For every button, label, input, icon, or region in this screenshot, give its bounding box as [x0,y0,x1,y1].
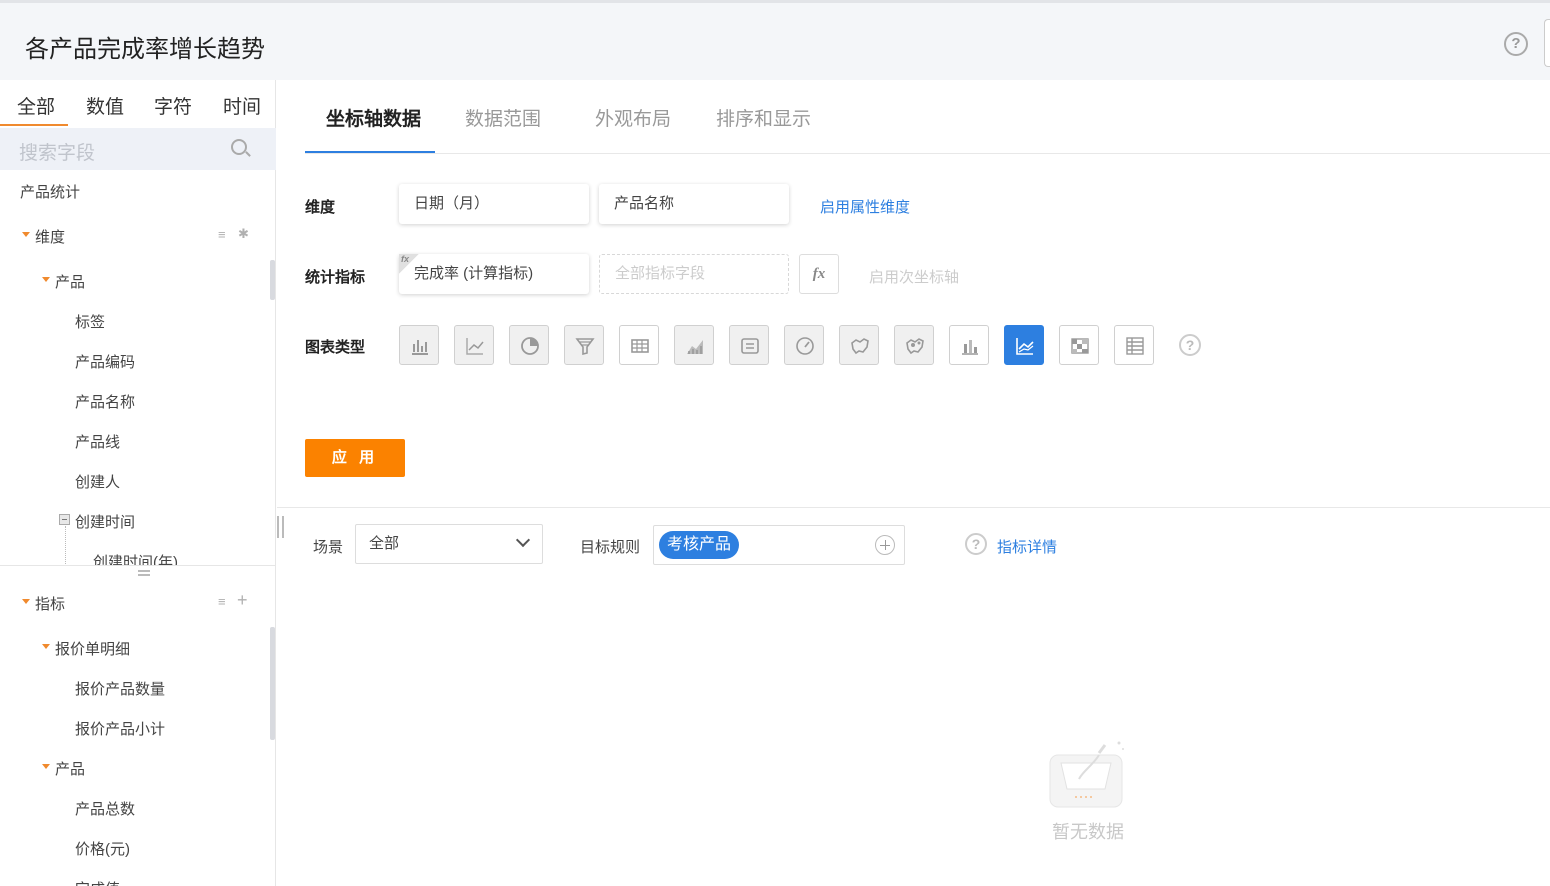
bar-chart-icon[interactable] [399,325,439,365]
chevron-down-icon [515,532,531,548]
dataset-name: 产品统计 [20,184,81,201]
filter-bar: 场景 全部 目标规则 考核产品 ? 指标详情 [277,509,1550,589]
field-item[interactable]: 创建人 [75,471,120,492]
text-card-icon[interactable] [729,325,769,365]
empty-box-icon [1049,741,1124,808]
map-bubble-icon[interactable] [894,325,934,365]
funnel-chart-icon[interactable] [564,325,604,365]
metric-label: 统计指标 [305,269,366,286]
caret-down-icon[interactable] [42,644,50,649]
tab-data-range[interactable]: 数据范围 [465,104,541,131]
search-input[interactable]: 搜索字段 [0,128,276,170]
resize-handle[interactable] [138,570,150,576]
area-chart-icon[interactable] [674,325,714,365]
map-icon[interactable] [839,325,879,365]
chart-type-label: 图表类型 [305,339,366,356]
field-item[interactable]: 产品线 [75,431,120,452]
tab-divider [305,153,1550,154]
field-item[interactable]: 产品总数 [75,798,135,819]
tree-connector [65,526,66,566]
field-item[interactable]: 标签 [75,311,105,332]
field-sidebar: 全部 数值 字符 时间 搜索字段 产品统计 维度 ≡ ✱ 产品 标签 产品编码 … [0,80,276,886]
tab-time[interactable]: 时间 [223,92,261,119]
dimension-scrollbar[interactable] [270,260,275,300]
tab-string[interactable]: 字符 [154,92,192,119]
add-icon[interactable]: + [237,590,248,611]
pie-chart-icon[interactable] [509,325,549,365]
collapse-icon[interactable] [59,514,70,525]
tree-node-product[interactable]: 产品 [55,271,85,292]
secondary-axis-toggle[interactable]: 启用次坐标轴 [869,266,959,287]
caret-down-icon[interactable] [42,764,50,769]
chart-area: 暂无数据 [277,590,1550,886]
scene-select-value: 全部 [369,535,400,552]
section-divider [0,565,276,566]
line-chart-icon[interactable] [454,325,494,365]
caret-down-icon[interactable] [42,277,50,282]
gear-icon[interactable]: ✱ [238,226,249,242]
field-type-tabs: 全部 数值 字符 时间 [0,80,276,128]
table-icon[interactable] [619,325,659,365]
field-item[interactable]: 产品名称 [75,391,135,412]
tree-node-quote-detail[interactable]: 报价单明细 [55,638,130,659]
dimension-pill-product[interactable]: 产品名称 [599,184,789,224]
metric-drop-zone[interactable]: 全部指标字段 [599,254,789,294]
top-bar: 各产品完成率增长趋势 ? [0,0,1550,80]
dimension-pill-date[interactable]: 日期（月） [399,184,589,224]
field-item[interactable]: 完成值 [75,878,120,886]
sort-icon[interactable]: ≡ [218,594,226,609]
chart-config-panel: 坐标轴数据 数据范围 外观布局 排序和显示 维度 日期（月） 产品名称 启用属性… [277,80,1550,508]
field-item[interactable]: 报价产品数量 [75,678,165,699]
sort-icon[interactable]: ≡ [218,227,226,242]
enable-attribute-dimension-link[interactable]: 启用属性维度 [820,196,910,217]
field-item[interactable]: 报价产品小计 [75,718,165,739]
target-rule-label: 目标规则 [580,539,641,556]
active-tab-indicator [0,124,68,126]
tree-node-created-time[interactable]: 创建时间 [75,511,135,532]
tab-appearance[interactable]: 外观布局 [595,104,671,131]
chart-type-help-icon[interactable]: ? [1179,334,1201,356]
field-item[interactable]: 创建时间(年) [93,551,178,565]
apply-button[interactable]: 应 用 [305,439,405,477]
tab-numeric[interactable]: 数值 [86,92,124,119]
scene-select[interactable]: 全部 [355,524,543,564]
tree-node-dimensions[interactable]: 维度 [35,226,65,247]
metric-pill-label: 完成率 (计算指标) [414,265,534,282]
stacked-bar-icon[interactable] [949,325,989,365]
heatmap-icon[interactable] [1059,325,1099,365]
rule-tag[interactable]: 考核产品 [659,531,740,559]
pivot-table-icon[interactable] [1114,325,1154,365]
metric-detail-link[interactable]: 指标详情 [997,536,1057,557]
trend-line-icon[interactable] [1004,325,1044,365]
caret-down-icon[interactable] [22,232,30,237]
field-item[interactable]: 产品编码 [75,351,135,372]
tab-all[interactable]: 全部 [17,92,55,119]
tab-sort-display[interactable]: 排序和显示 [716,104,811,131]
field-item[interactable]: 价格(元) [75,838,130,859]
search-icon[interactable] [231,139,247,155]
formula-icon: fx [399,254,419,274]
page-title: 各产品完成率增长趋势 [25,36,265,63]
tab-axis-data[interactable]: 坐标轴数据 [326,104,421,131]
tree-node-metrics[interactable]: 指标 [35,593,65,614]
add-icon[interactable] [875,535,895,555]
side-panel-handle[interactable] [1544,19,1550,67]
caret-down-icon[interactable] [22,599,30,604]
help-icon[interactable]: ? [1504,32,1528,56]
dimension-label: 维度 [305,199,336,216]
empty-state-text: 暂无数据 [1052,822,1124,842]
gauge-icon[interactable] [784,325,824,365]
target-rule-input[interactable]: 考核产品 [653,525,905,565]
metric-help-icon[interactable]: ? [965,533,987,555]
metric-scrollbar[interactable] [270,627,275,740]
formula-button[interactable]: fx [799,254,839,294]
search-placeholder: 搜索字段 [19,143,96,164]
scene-label: 场景 [313,539,344,556]
tree-node-product-metrics[interactable]: 产品 [55,758,85,779]
metric-pill[interactable]: fx 完成率 (计算指标) [399,254,589,294]
